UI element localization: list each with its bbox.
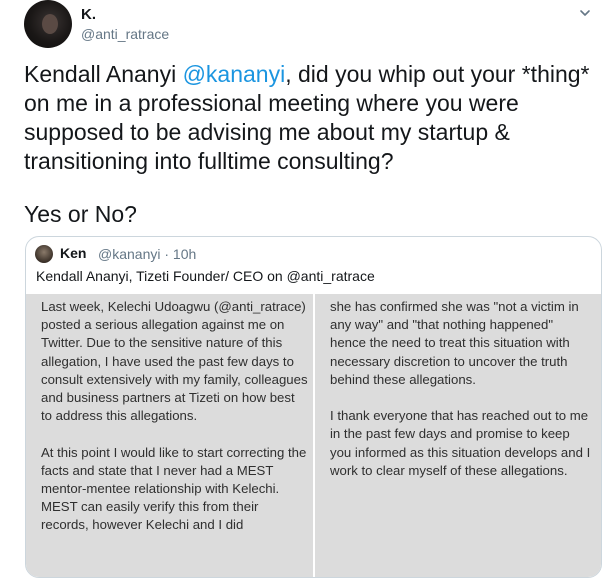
tweet: K. @anti_ratrace Kendall Ananyi @kananyi… [0,0,612,578]
image-paragraph: she has confirmed she was "not a victim … [330,299,579,387]
mention-link[interactable]: @kananyi [183,61,286,87]
tweet-text: Kendall Ananyi @kananyi, did you whip ou… [24,60,604,176]
image-text-left: Last week, Kelechi Udoagwu (@anti_ratrac… [41,298,309,553]
quoted-display-name: Ken [60,245,87,261]
quoted-handle-time: @kananyi · 10h [98,246,197,262]
tweet-text-prefix: Kendall Ananyi [24,61,183,87]
image-text-right: she has confirmed she was "not a victim … [330,298,592,498]
tweet-question: Yes or No? [24,201,137,227]
quoted-image[interactable]: Last week, Kelechi Udoagwu (@anti_ratrac… [26,294,601,577]
quoted-avatar [35,245,53,263]
image-paragraph: Last week, Kelechi Udoagwu (@anti_ratrac… [41,299,308,424]
user-handle[interactable]: @anti_ratrace [81,26,169,42]
display-name[interactable]: K. [81,6,96,23]
image-paragraph: At this point I would like to start corr… [41,444,307,533]
quoted-text: Kendall Ananyi, Tizeti Founder/ CEO on @… [36,268,375,284]
quoted-tweet[interactable]: Ken @kananyi · 10h Kendall Ananyi, Tizet… [25,236,602,578]
image-divider [313,294,315,577]
image-paragraph: I thank everyone that has reached out to… [330,408,591,478]
avatar[interactable] [24,0,72,48]
chevron-down-icon[interactable] [578,6,592,20]
